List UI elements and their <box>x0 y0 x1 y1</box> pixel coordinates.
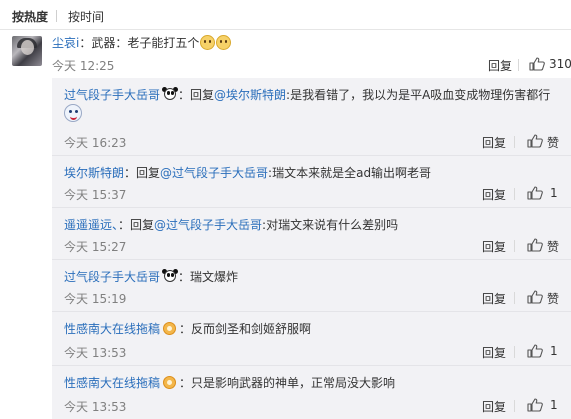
reply-button[interactable]: 回复 <box>482 290 506 307</box>
op-divider <box>514 136 515 148</box>
comment-body: 尘哀i：武器：老子能打五个 <box>52 35 232 51</box>
op-divider <box>518 59 519 71</box>
replies-panel: 过气段子手大岳哥 ：回复@埃尔斯特朗:是我看错了，我以为是平A吸血变成物理伤害都行… <box>52 78 571 419</box>
list-item: 过气段子手大岳哥 ：瑞文爆炸 今天 15:19 回复 赞 <box>52 260 571 312</box>
like-icon[interactable] <box>527 290 543 304</box>
list-item: 遥遥遥远、：回复@过气段子手大岳哥:对瑞文来说有什么差别吗 今天 15:27 回… <box>52 208 571 260</box>
list-item: 性感南大在线拖稿 ：只是影响武器的神单，正常局没大影响 今天 13:53 回复 1 <box>52 366 571 419</box>
sort-by-time-tab[interactable]: 按时间 <box>68 8 104 25</box>
list-item: 埃尔斯特朗：回复@过气段子手大岳哥:瑞文本来就是全ad输出啊老哥 今天 15:3… <box>52 156 571 208</box>
reply-author[interactable]: 遥遥遥远、 <box>64 218 118 232</box>
like-icon[interactable] <box>529 57 545 71</box>
reply-body: 性感南大在线拖稿 ：只是影响武器的神单，正常局没大影响 <box>64 374 564 392</box>
like-icon[interactable] <box>527 186 543 200</box>
sort-divider <box>56 10 57 22</box>
reply-mention[interactable]: @埃尔斯特朗 <box>214 88 286 102</box>
comment-text: 武器：老子能打五个 <box>91 36 200 50</box>
reply-button[interactable]: 回复 <box>482 186 506 203</box>
reply-text: 只是影响武器的神单，正常局没大影响 <box>191 376 396 390</box>
reply-prefix: ： <box>178 270 191 284</box>
reply-mention[interactable]: @过气段子手大岳哥 <box>160 166 268 180</box>
reply-button[interactable]: 回复 <box>482 344 506 361</box>
op-divider <box>514 346 515 358</box>
cat-emoji-icon <box>216 35 232 50</box>
comment-author[interactable]: 尘哀i <box>52 36 79 50</box>
like-label[interactable]: 赞 <box>547 134 559 151</box>
reply-mention[interactable]: @过气段子手大岳哥 <box>154 218 262 232</box>
reply-prefix: ：回复 <box>178 88 215 102</box>
panda-badge-icon <box>162 269 179 283</box>
main-comment: 尘哀i：武器：老子能打五个 今天 12:25 回复 310 <box>0 30 571 76</box>
like-count: 1 <box>550 344 558 358</box>
comment-time: 今天 12:25 <box>52 59 115 73</box>
reply-body: 埃尔斯特朗：回复@过气段子手大岳哥:瑞文本来就是全ad输出啊老哥 <box>64 164 564 182</box>
reply-time: 今天 13:53 <box>64 400 127 414</box>
reply-button[interactable]: 回复 <box>482 398 506 415</box>
reply-button[interactable]: 回复 <box>482 134 506 151</box>
reply-text: :瑞文本来就是全ad输出啊老哥 <box>268 166 432 180</box>
like-label[interactable]: 赞 <box>547 290 559 307</box>
avatar[interactable] <box>12 36 42 66</box>
sticker-emoji-icon <box>64 104 82 122</box>
like-icon[interactable] <box>527 344 543 358</box>
reply-author[interactable]: 过气段子手大岳哥 <box>64 270 160 284</box>
like-count: 1 <box>550 186 558 200</box>
reply-prefix: ：回复 <box>118 218 155 232</box>
like-count: 1 <box>550 398 558 412</box>
list-item: 过气段子手大岳哥 ：回复@埃尔斯特朗:是我看错了，我以为是平A吸血变成物理伤害都行… <box>52 78 571 156</box>
comment-colon: ： <box>79 36 92 50</box>
reply-time: 今天 15:27 <box>64 240 127 254</box>
reply-prefix: ： <box>179 322 192 336</box>
cat-emoji-icon <box>200 35 216 50</box>
reply-time: 今天 15:37 <box>64 188 127 202</box>
reply-prefix: ： <box>179 376 192 390</box>
like-icon[interactable] <box>527 238 543 252</box>
op-divider <box>514 292 515 304</box>
panda-badge-icon <box>162 87 179 101</box>
reply-time: 今天 13:53 <box>64 346 127 360</box>
reply-author[interactable]: 性感南大在线拖稿 <box>64 376 160 390</box>
reply-button[interactable]: 回复 <box>488 57 512 74</box>
reply-body: 遥遥遥远、：回复@过气段子手大岳哥:对瑞文来说有什么差别吗 <box>64 216 564 234</box>
reply-author[interactable]: 过气段子手大岳哥 <box>64 88 160 102</box>
list-item: 性感南大在线拖稿 ：反而剑圣和剑姬舒服啊 今天 13:53 回复 1 <box>52 312 571 366</box>
sort-by-hot-tab[interactable]: 按热度 <box>12 8 48 25</box>
reply-text: 反而剑圣和剑姬舒服啊 <box>191 322 312 336</box>
op-divider <box>514 240 515 252</box>
reply-text: :对瑞文来说有什么差别吗 <box>262 218 399 232</box>
reply-body: 过气段子手大岳哥 ：回复@埃尔斯特朗:是我看错了，我以为是平A吸血变成物理伤害都行 <box>64 86 564 123</box>
reply-text: :是我看错了，我以为是平A吸血变成物理伤害都行 <box>286 88 551 102</box>
reply-time: 今天 16:23 <box>64 136 127 150</box>
reply-text: 瑞文爆炸 <box>190 270 239 284</box>
reply-author[interactable]: 性感南大在线拖稿 <box>64 322 160 336</box>
like-icon[interactable] <box>527 398 543 412</box>
op-divider <box>514 400 515 412</box>
reply-author[interactable]: 埃尔斯特朗 <box>64 166 124 180</box>
reply-body: 过气段子手大岳哥 ：瑞文爆炸 <box>64 268 564 286</box>
reply-prefix: ：回复 <box>124 166 161 180</box>
level-badge-icon <box>163 376 177 389</box>
op-divider <box>514 188 515 200</box>
reply-button[interactable]: 回复 <box>482 238 506 255</box>
like-icon[interactable] <box>527 134 543 148</box>
reply-body: 性感南大在线拖稿 ：反而剑圣和剑姬舒服啊 <box>64 320 564 338</box>
like-count: 310 <box>549 57 571 71</box>
reply-time: 今天 15:19 <box>64 292 127 306</box>
sort-bar: 按热度 按时间 <box>0 0 571 30</box>
like-label[interactable]: 赞 <box>547 238 559 255</box>
level-badge-icon <box>163 322 177 335</box>
